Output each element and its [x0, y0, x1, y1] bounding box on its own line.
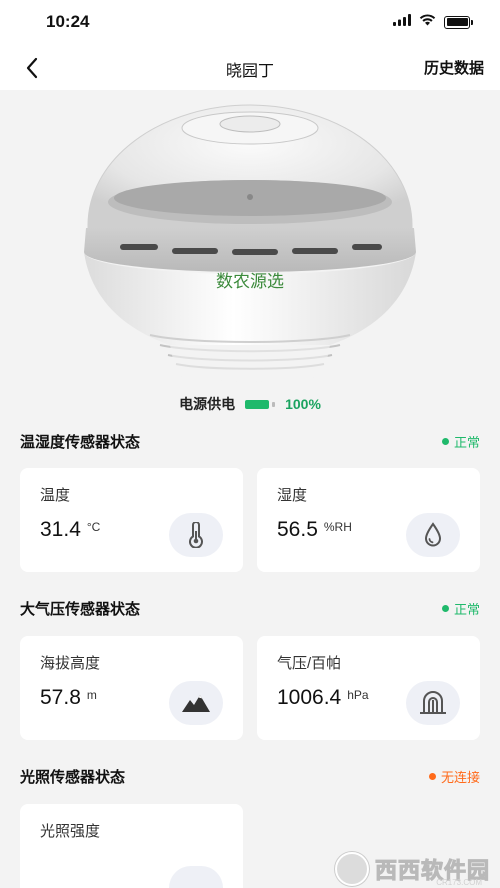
- signal-icon: [393, 13, 411, 31]
- sun-icon: [169, 866, 223, 888]
- card-label: 光照强度: [40, 823, 101, 840]
- device-image: 数农源选: [0, 90, 500, 390]
- card-humidity[interactable]: 湿度 56.5 %RH: [257, 468, 480, 572]
- card-temperature[interactable]: 温度 31.4 °C: [20, 468, 243, 572]
- card-label: 温度: [40, 487, 71, 504]
- card-air-pressure[interactable]: 气压/百帕 1006.4 hPa: [257, 636, 480, 740]
- card-label: 湿度: [277, 487, 308, 504]
- power-percent: 100%: [285, 396, 321, 412]
- watermark-sub: CR173.COM: [436, 878, 482, 887]
- section-header-temp-humidity: 温湿度传感器状态 正常: [20, 430, 480, 452]
- status-badge: 正常: [441, 432, 480, 451]
- section-title: 温湿度传感器状态: [20, 433, 141, 451]
- pressure-icon: [406, 681, 460, 725]
- card-altitude[interactable]: 海拔高度 57.8 m: [20, 636, 243, 740]
- battery-level-icon: [245, 399, 276, 409]
- status-bar: 10:24: [0, 0, 500, 44]
- status-icons: [393, 13, 473, 31]
- battery-icon: [444, 15, 473, 29]
- card-value: 1006.4 hPa: [277, 686, 369, 709]
- card-label: 海拔高度: [40, 655, 101, 672]
- device-brand-text: 数农源选: [216, 272, 284, 292]
- section-header-light: 光照传感器状态 无连接: [20, 765, 480, 787]
- card-value: 57.8 m: [40, 686, 97, 709]
- thermometer-icon: [169, 513, 223, 557]
- history-data-button[interactable]: 历史数据: [424, 57, 484, 78]
- status-badge: 无连接: [428, 767, 480, 786]
- status-badge: 正常: [441, 599, 480, 618]
- wifi-icon: [419, 13, 436, 31]
- card-label: 气压/百帕: [277, 655, 342, 672]
- section-title: 光照传感器状态: [20, 768, 126, 786]
- water-drop-icon: [406, 513, 460, 557]
- power-status: 电源供电 100%: [0, 394, 500, 414]
- mountain-icon: [169, 681, 223, 725]
- status-time: 10:24: [46, 12, 90, 31]
- watermark-badge-icon: [334, 852, 369, 886]
- card-value: 56.5 %RH: [277, 518, 352, 541]
- card-light-intensity[interactable]: 光照强度: [20, 804, 243, 888]
- section-title: 大气压传感器状态: [20, 600, 141, 618]
- section-header-pressure: 大气压传感器状态 正常: [20, 597, 480, 619]
- card-value: 31.4 °C: [40, 518, 101, 541]
- nav-bar: 晓园丁 历史数据: [0, 44, 500, 90]
- power-label: 电源供电: [179, 396, 236, 412]
